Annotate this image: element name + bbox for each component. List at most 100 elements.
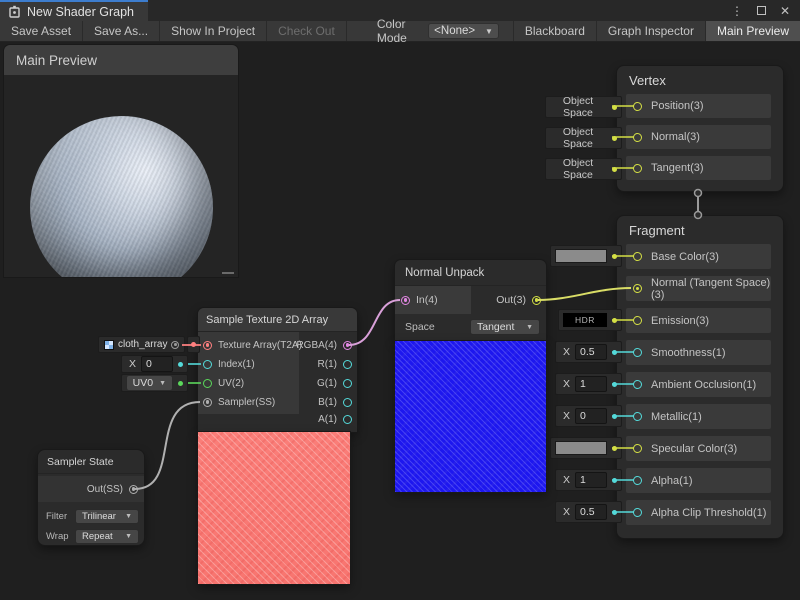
color-swatch[interactable]	[555, 441, 607, 455]
fragment-node-title: Fragment	[617, 216, 783, 244]
space-dropdown[interactable]: Tangent ▼	[470, 319, 540, 335]
input-label: Index(1)	[218, 359, 255, 370]
port-dot	[178, 362, 183, 367]
a-port[interactable]	[343, 415, 352, 424]
texture-array-port[interactable]	[203, 341, 212, 350]
base-color-widget[interactable]	[550, 245, 622, 267]
blackboard-toggle-button[interactable]: Blackboard	[513, 21, 596, 41]
fragment-node[interactable]: Fragment Base Color(3) Normal (Tangent S…	[617, 216, 783, 538]
in-port[interactable]	[401, 296, 410, 305]
close-icon[interactable]: ✕	[780, 4, 790, 18]
graph-canvas[interactable]: Main Preview Vertex Position(3) Normal(3…	[0, 42, 800, 600]
normal-tangent-space-port[interactable]	[633, 284, 642, 293]
slot-position: Position(3)	[626, 94, 771, 118]
uv-port[interactable]	[203, 379, 212, 388]
alpha-clip-threshold-port[interactable]	[633, 508, 642, 517]
main-preview-panel[interactable]: Main Preview	[4, 45, 238, 277]
float-field[interactable]: 0.5	[575, 344, 607, 360]
normal-unpack-node[interactable]: Normal Unpack In(4) Out(3) Space Tangent…	[395, 260, 546, 341]
metallic-port[interactable]	[633, 412, 642, 421]
slot-smoothness: Smoothness(1)	[626, 340, 771, 365]
sampler-port[interactable]	[203, 398, 212, 407]
property-output-port[interactable]	[171, 341, 179, 349]
ambient-occlusion-widget[interactable]: X 1	[555, 373, 622, 395]
chevron-down-icon: ▼	[159, 380, 166, 387]
space-label: Object Space	[550, 126, 606, 150]
graph-inspector-toggle-button[interactable]: Graph Inspector	[596, 21, 705, 41]
window-menu-icon[interactable]: ⋮	[731, 4, 743, 18]
index-value-widget[interactable]: X 0	[121, 355, 188, 373]
wrap-dropdown[interactable]: Repeat ▼	[75, 529, 139, 544]
slot-tangent: Tangent(3)	[626, 156, 771, 180]
sample-texture-2d-array-node[interactable]: Sample Texture 2D Array Texture Array(T2…	[198, 308, 357, 432]
alpha-widget[interactable]: X 1	[555, 469, 622, 491]
tangent-space-selector[interactable]: Object Space	[545, 158, 622, 180]
port-dot	[612, 414, 617, 419]
hdr-color-swatch[interactable]: HDR	[563, 313, 607, 327]
main-preview-toggle-button[interactable]: Main Preview	[705, 21, 800, 41]
emission-hdr-widget[interactable]: HDR	[558, 309, 622, 331]
color-mode-value: <None>	[434, 25, 485, 37]
x-label: X	[560, 410, 570, 422]
space-value: Tangent	[477, 321, 514, 333]
slot-label: Normal (Tangent Space)(3)	[651, 277, 771, 301]
in-slot: In(4)	[395, 286, 471, 314]
normal-space-selector[interactable]: Object Space	[545, 127, 622, 149]
x-label: X	[560, 506, 570, 518]
main-preview-title: Main Preview	[4, 45, 238, 75]
x-label: X	[126, 358, 136, 370]
filter-dropdown[interactable]: Trilinear ▼	[75, 509, 139, 524]
uv-channel-widget[interactable]: UV0 ▼	[121, 374, 188, 392]
out-port[interactable]	[532, 296, 541, 305]
base-color-port[interactable]	[633, 252, 642, 261]
save-as-button[interactable]: Save As...	[83, 21, 160, 41]
float-field[interactable]: 0	[575, 408, 607, 424]
ambient-occlusion-port[interactable]	[633, 380, 642, 389]
maximize-icon[interactable]	[757, 6, 766, 15]
cloth-array-property-pill[interactable]: cloth_array	[98, 336, 185, 353]
save-asset-button[interactable]: Save Asset	[0, 21, 83, 41]
index-port[interactable]	[203, 360, 212, 369]
vertex-node[interactable]: Vertex Position(3) Normal(3) Tangent(3)	[617, 66, 783, 191]
out-ss-port[interactable]	[129, 485, 138, 494]
chevron-down-icon: ▼	[526, 324, 533, 331]
g-port[interactable]	[343, 379, 352, 388]
input-sampler: Sampler(SS)	[203, 393, 275, 411]
input-index: Index(1)	[203, 355, 255, 373]
tab-new-shader-graph[interactable]: New Shader Graph	[0, 0, 148, 21]
position-port[interactable]	[633, 102, 642, 111]
color-swatch[interactable]	[555, 249, 607, 263]
alpha-clip-threshold-widget[interactable]: X 0.5	[555, 501, 622, 523]
specular-color-widget[interactable]	[550, 437, 622, 459]
emission-port[interactable]	[633, 316, 642, 325]
metallic-widget[interactable]: X 0	[555, 405, 622, 427]
uv-channel-dropdown[interactable]: UV0 ▼	[126, 375, 173, 391]
filter-label: Filter	[46, 511, 67, 522]
color-mode-dropdown[interactable]: <None> ▼	[428, 23, 499, 39]
smoothness-widget[interactable]: X 0.5	[555, 341, 622, 363]
input-texture-array: Texture Array(T2A)	[203, 336, 302, 354]
tangent-port[interactable]	[633, 164, 642, 173]
out-slot: Out(3)	[496, 286, 546, 314]
float-field[interactable]: 1	[575, 376, 607, 392]
alpha-port[interactable]	[633, 476, 642, 485]
input-label: UV(2)	[218, 378, 244, 389]
vertex-node-title: Vertex	[617, 66, 783, 94]
float-field[interactable]: 0.5	[575, 504, 607, 520]
chevron-down-icon: ▼	[125, 513, 132, 520]
normal-port[interactable]	[633, 133, 642, 142]
rgba-port[interactable]	[343, 341, 352, 350]
smoothness-port[interactable]	[633, 348, 642, 357]
sample-texture-preview	[198, 432, 350, 584]
specular-color-port[interactable]	[633, 444, 642, 453]
float-field[interactable]: 0	[141, 356, 173, 372]
show-in-project-button[interactable]: Show In Project	[160, 21, 267, 41]
float-field[interactable]: 1	[575, 472, 607, 488]
chevron-down-icon: ▼	[485, 27, 493, 36]
r-port[interactable]	[343, 360, 352, 369]
sampler-state-node[interactable]: Sampler State Out(SS) Filter Trilinear ▼…	[38, 450, 144, 545]
position-space-selector[interactable]: Object Space	[545, 96, 622, 118]
normal-unpack-ports: In(4) Out(3)	[395, 286, 546, 314]
b-port[interactable]	[343, 398, 352, 407]
resize-grip[interactable]	[222, 272, 234, 274]
